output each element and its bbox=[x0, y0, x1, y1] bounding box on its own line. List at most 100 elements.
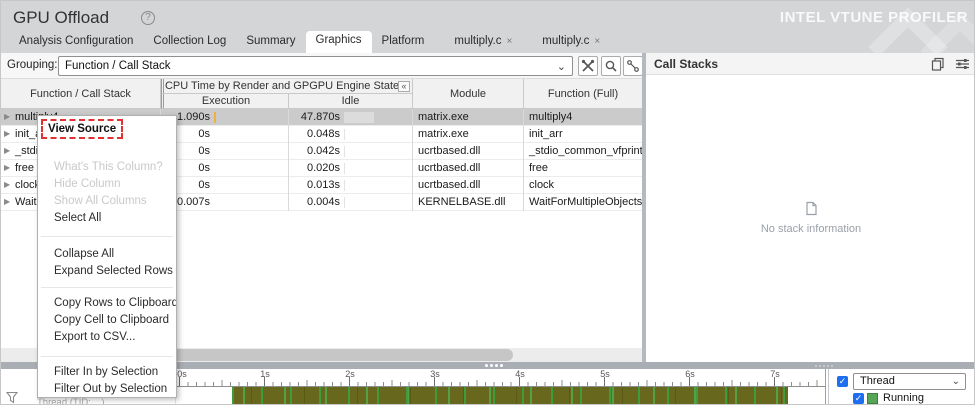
idle-bar bbox=[344, 146, 345, 157]
menu-item-whats-this-column: What's This Column? bbox=[54, 161, 163, 173]
column-header-idle[interactable]: Idle bbox=[289, 94, 413, 109]
grouping-bar: Grouping: Function / Call Stack ⌄ bbox=[1, 53, 642, 79]
path-link-icon bbox=[627, 60, 639, 72]
idle-value: 0.048s bbox=[306, 128, 340, 140]
customize-grouping-button[interactable] bbox=[578, 56, 598, 76]
tab-summary[interactable]: Summary bbox=[236, 32, 305, 53]
tick-label: 5s bbox=[600, 369, 610, 379]
search-button[interactable] bbox=[601, 56, 621, 76]
grouping-dropdown[interactable]: Function / Call Stack ⌄ bbox=[58, 56, 573, 76]
timeline-legend: ✓ Thread ⌄ ✓ Running bbox=[831, 369, 974, 404]
call-stacks-empty-state: No stack information bbox=[646, 201, 974, 235]
menu-item-show-all-columns: Show All Columns bbox=[54, 195, 147, 207]
menu-item-export-to-csv[interactable]: Export to CSV... bbox=[38, 329, 176, 346]
legend-divider bbox=[825, 369, 826, 404]
splitter-handle-dots[interactable] bbox=[815, 365, 833, 367]
idle-bar bbox=[344, 180, 345, 191]
function-full-value: WaitForMultipleObjects bbox=[529, 196, 642, 208]
idle-value: 0.020s bbox=[306, 162, 340, 174]
grouping-label: Grouping: bbox=[7, 59, 58, 71]
idle-value: 0.004s bbox=[306, 196, 340, 208]
menu-item-copy-cell-to-clipboard[interactable]: Copy Cell to Clipboard bbox=[38, 312, 176, 329]
idle-value: 0.013s bbox=[306, 179, 340, 191]
timeline-ruler[interactable]: 0s 1s 2s 3s 4s 5s 6s 7s bbox=[176, 369, 826, 387]
settings-sliders-icon[interactable] bbox=[955, 57, 970, 71]
call-stacks-pane: Call Stacks No stack information bbox=[646, 53, 974, 362]
brand-logo: INTEL VTUNE PROFILER bbox=[779, 9, 968, 26]
expand-arrow-icon[interactable]: ▶ bbox=[4, 126, 10, 142]
module-value: ucrtbased.dll bbox=[413, 160, 524, 177]
thread-activity-band[interactable] bbox=[232, 387, 788, 404]
tab-multiply-c-1[interactable]: multiply.c × bbox=[444, 32, 522, 53]
search-icon bbox=[605, 60, 617, 72]
tick-label: 7s bbox=[770, 369, 780, 379]
module-value: matrix.exe bbox=[413, 109, 524, 126]
menu-item-filter-in-by-selection[interactable]: Filter In by Selection bbox=[38, 364, 176, 381]
expand-arrow-icon[interactable]: ▶ bbox=[4, 143, 10, 159]
expand-arrow-icon[interactable]: ▶ bbox=[4, 177, 10, 193]
running-label: Running bbox=[883, 392, 924, 404]
tab-analysis-configuration[interactable]: Analysis Configuration bbox=[9, 32, 143, 53]
function-full-value: _stdio_common_vfprintf bbox=[529, 145, 642, 157]
collapse-column-icon[interactable]: « bbox=[398, 81, 410, 92]
expand-arrow-icon[interactable]: ▶ bbox=[4, 160, 10, 176]
grouping-path-button[interactable] bbox=[623, 56, 642, 76]
chevron-down-icon: ⌄ bbox=[556, 61, 566, 73]
context-menu: View Source What's This Column? Hide Col… bbox=[37, 115, 177, 398]
execution-value: 0s bbox=[198, 128, 210, 140]
menu-item-select-all[interactable]: Select All bbox=[38, 210, 176, 227]
tick-label: 0s bbox=[177, 369, 187, 379]
column-header-function-call-stack[interactable]: Function / Call Stack bbox=[1, 79, 161, 109]
menu-item-filter-out-by-selection[interactable]: Filter Out by Selection bbox=[38, 381, 176, 398]
column-header-function-full[interactable]: Function (Full) bbox=[524, 79, 642, 109]
function-full-value: init_arr bbox=[529, 128, 563, 140]
module-value: KERNELBASE.dll bbox=[413, 194, 524, 211]
execution-bar bbox=[214, 112, 216, 123]
function-full-value: clock bbox=[529, 179, 555, 191]
help-icon[interactable]: ? bbox=[141, 11, 155, 25]
running-checkbox[interactable]: ✓ bbox=[853, 393, 864, 404]
call-stacks-title: Call Stacks bbox=[654, 57, 719, 71]
tick-label: 1s bbox=[260, 369, 270, 379]
expand-arrow-icon[interactable]: ▶ bbox=[4, 194, 10, 210]
timeline-filter-icon[interactable] bbox=[6, 391, 18, 404]
tab-graphics[interactable]: Graphics bbox=[305, 31, 372, 53]
legend-group-dropdown[interactable]: Thread ⌄ bbox=[853, 373, 966, 390]
thread-row-label: Thread (TID: ...) bbox=[37, 397, 105, 405]
execution-value: 1.090s bbox=[176, 111, 210, 123]
close-icon[interactable]: × bbox=[594, 36, 600, 47]
table-header: Function / Call Stack CPU Time by Render… bbox=[1, 79, 642, 109]
idle-value: 0.042s bbox=[306, 145, 340, 157]
menu-item-expand-selected-rows[interactable]: Expand Selected Rows bbox=[38, 263, 176, 280]
menu-item-collapse-all[interactable]: Collapse All bbox=[38, 246, 176, 263]
tab-bar: Analysis Configuration Collection Log Su… bbox=[9, 31, 610, 53]
column-header-execution[interactable]: Execution bbox=[161, 94, 289, 109]
menu-item-copy-rows-to-clipboard[interactable]: Copy Rows to Clipboard bbox=[38, 295, 176, 312]
legend-divider bbox=[828, 369, 829, 404]
menu-item-view-source[interactable]: View Source bbox=[41, 119, 124, 139]
column-header-cpu-time-group[interactable]: CPU Time by Render and GPGPU Engine Stat… bbox=[161, 79, 413, 94]
module-value: ucrtbased.dll bbox=[413, 143, 524, 160]
copy-icon[interactable] bbox=[931, 57, 945, 71]
tab-platform[interactable]: Platform bbox=[372, 32, 435, 53]
call-stacks-header: Call Stacks bbox=[646, 53, 974, 75]
splitter-handle-dots[interactable] bbox=[485, 364, 503, 367]
expand-arrow-icon[interactable]: ▶ bbox=[4, 109, 10, 125]
idle-bar bbox=[344, 112, 374, 123]
tab-collection-log[interactable]: Collection Log bbox=[143, 32, 236, 53]
tab-multiply-c-2[interactable]: multiply.c × bbox=[532, 32, 610, 53]
document-icon bbox=[806, 201, 817, 216]
column-header-module[interactable]: Module bbox=[413, 79, 524, 109]
function-name: free bbox=[15, 162, 34, 174]
module-value: matrix.exe bbox=[413, 126, 524, 143]
menu-item-hide-column: Hide Column bbox=[54, 178, 121, 190]
tick-label: 2s bbox=[345, 369, 355, 379]
execution-value: 0s bbox=[198, 162, 210, 174]
empty-message: No stack information bbox=[760, 223, 862, 235]
idle-bar bbox=[344, 163, 345, 174]
top-header: GPU Offload ? INTEL VTUNE PROFILER Analy… bbox=[1, 1, 974, 53]
idle-value: 47.870s bbox=[300, 111, 340, 123]
thread-group-checkbox[interactable]: ✓ bbox=[837, 376, 848, 387]
close-icon[interactable]: × bbox=[506, 36, 512, 47]
ruler-major-ticks bbox=[176, 377, 826, 386]
